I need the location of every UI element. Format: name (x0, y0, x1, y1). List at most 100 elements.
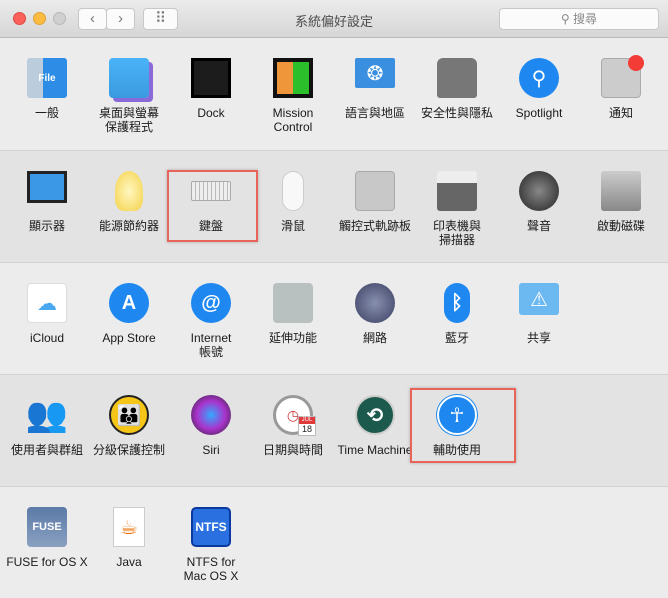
pref-pane-parental-controls[interactable]: 👪 分級保護控制 (88, 375, 170, 475)
internet-accounts-icon: @ (191, 283, 231, 323)
pref-pane-security-house[interactable]: 安全性與隱私 (416, 38, 498, 138)
mission-control-icon (273, 58, 313, 98)
app-store-icon: A (109, 283, 149, 323)
hard-disk-icon (601, 171, 641, 211)
search-placeholder: 搜尋 (573, 12, 598, 26)
pane-label: iCloud (29, 331, 65, 345)
pane-label: 觸控式軌跡板 (338, 219, 411, 233)
calendar-day: 18 (301, 424, 312, 434)
ntfs-icon: NTFS (191, 507, 231, 547)
pref-pane-java[interactable]: ☕ Java (88, 487, 170, 587)
calendar-badge: JUL 18 (298, 416, 316, 436)
pref-pane-users[interactable]: 👥 使用者與群組 (6, 375, 88, 475)
pref-pane-puzzle[interactable]: 延伸功能 (252, 263, 334, 363)
pane-label: 語言與地區 (344, 106, 405, 120)
icloud-icon: ☁ (27, 283, 67, 323)
pref-pane-fuse-drive[interactable]: FUSE FUSE for OS X (6, 487, 88, 587)
pref-pane-clock-calendar[interactable]: ◷ JUL 18 日期與時間 (252, 375, 334, 475)
pane-label: App Store (102, 331, 156, 345)
pane-label: 通知 (608, 106, 633, 120)
pane-label: Internet 帳號 (190, 331, 232, 359)
pane-label: 能源節約器 (98, 219, 159, 233)
bluetooth-icon: ᛒ (444, 283, 470, 323)
pref-pane-notifications[interactable]: 通知 (580, 38, 662, 138)
accessibility-highlight-box (410, 388, 516, 463)
pane-section: FUSE FUSE for OS X ☕ Java NTFS NTFS for Mac O… (0, 486, 668, 598)
trackpad-icon (355, 171, 395, 211)
general-icon: File (27, 58, 67, 98)
pane-label: 印表機與 掃描器 (432, 219, 481, 247)
pane-section: 👥 使用者與群組 👪 分級保護控制 Siri ◷ JUL 18 日期與時間 ⟲ Time Machi… (0, 374, 668, 486)
pane-section: 顯示器 能源節約器 鍵盤 滑鼠 觸控式軌跡板 印表機與 掃描器 聲音 啟動磁碟 (0, 150, 668, 262)
time-machine-icon: ⟲ (355, 395, 395, 435)
pane-label: 使用者與群組 (10, 443, 83, 457)
pref-pane-desktop[interactable]: 桌面與螢幕 保護程式 (88, 38, 170, 138)
calendar-month: JUL (299, 417, 315, 424)
pref-pane-lightbulb[interactable]: 能源節約器 (88, 151, 170, 251)
pane-section: ☁ iCloud A App Store @ Internet 帳號 延伸功能 網路 ᛒ 藍牙 ⚠ 共… (0, 262, 668, 374)
pref-pane-network-globe[interactable]: 網路 (334, 263, 416, 363)
pane-label: 分級保護控制 (92, 443, 165, 457)
fuse-drive-icon: FUSE (27, 507, 67, 547)
pane-label: Dock (197, 106, 225, 120)
pref-pane-mouse[interactable]: 滑鼠 (252, 151, 334, 251)
pane-label: Java (116, 555, 142, 569)
pane-label: NTFS for Mac OS X (183, 555, 239, 583)
pref-pane-bluetooth[interactable]: ᛒ 藍牙 (416, 263, 498, 363)
dock-icon (191, 58, 231, 98)
pane-label: 延伸功能 (268, 331, 317, 345)
java-icon: ☕ (113, 507, 145, 547)
pref-pane-spotlight[interactable]: ⚲ Spotlight (498, 38, 580, 138)
pane-label: Time Machine (337, 443, 413, 457)
puzzle-icon (273, 283, 313, 323)
pref-pane-siri[interactable]: Siri (170, 375, 252, 475)
display-icon (27, 171, 67, 203)
desktop-icon (109, 58, 149, 98)
notifications-icon (601, 55, 644, 98)
pref-pane-internet-accounts[interactable]: @ Internet 帳號 (170, 263, 252, 363)
network-globe-icon (355, 283, 395, 323)
siri-icon (191, 395, 231, 435)
clock-calendar-icon: ◷ JUL 18 (273, 395, 316, 436)
pref-pane-flag[interactable]: ❂ 語言與地區 (334, 38, 416, 138)
pref-pane-trackpad[interactable]: 觸控式軌跡板 (334, 151, 416, 251)
pane-label: 一般 (34, 106, 59, 120)
pane-label: 共享 (526, 331, 551, 345)
sharing-folder-icon: ⚠ (519, 283, 559, 315)
pane-label: 桌面與螢幕 保護程式 (98, 106, 159, 134)
pane-label: 啟動磁碟 (596, 219, 645, 233)
pref-pane-time-machine[interactable]: ⟲ Time Machine (334, 375, 416, 475)
pref-pane-display[interactable]: 顯示器 (6, 151, 88, 251)
spotlight-icon: ⚲ (519, 58, 559, 98)
pane-label: FUSE for OS X (6, 555, 88, 569)
pref-pane-sharing-folder[interactable]: ⚠ 共享 (498, 263, 580, 363)
search-field[interactable]: ⚲ 搜尋 (499, 8, 659, 30)
pane-label: 藍牙 (444, 331, 469, 345)
pane-label: Spotlight (515, 106, 563, 120)
keyboard-highlight-box (167, 170, 258, 242)
pref-pane-general[interactable]: File 一般 (6, 38, 88, 138)
pref-pane-speaker[interactable]: 聲音 (498, 151, 580, 251)
speaker-icon (519, 171, 559, 211)
pref-pane-ntfs[interactable]: NTFS NTFS for Mac OS X (170, 487, 252, 587)
pref-pane-app-store[interactable]: A App Store (88, 263, 170, 363)
pane-label: 滑鼠 (280, 219, 305, 233)
pane-label: 日期與時間 (262, 443, 323, 457)
search-icon: ⚲ (560, 12, 574, 26)
pane-label: Mission Control (272, 106, 314, 134)
printer-icon (437, 171, 477, 211)
pref-pane-icloud[interactable]: ☁ iCloud (6, 263, 88, 363)
flag-icon: ❂ (355, 58, 395, 88)
pane-section: File 一般 桌面與螢幕 保護程式 Dock Mission Control ❂ 語言與地… (0, 38, 668, 150)
users-icon: 👥 (25, 396, 69, 434)
mouse-icon (282, 171, 304, 211)
pref-pane-dock[interactable]: Dock (170, 38, 252, 138)
pane-label: 安全性與隱私 (420, 106, 493, 120)
pref-pane-printer[interactable]: 印表機與 掃描器 (416, 151, 498, 251)
badge-dot-icon (628, 55, 644, 71)
pref-pane-hard-disk[interactable]: 啟動磁碟 (580, 151, 662, 251)
parental-controls-icon: 👪 (109, 395, 149, 435)
security-house-icon (437, 58, 477, 98)
title-bar: ‹ › ⠿ 系統偏好設定 ⚲ 搜尋 (0, 0, 668, 38)
pref-pane-mission-control[interactable]: Mission Control (252, 38, 334, 138)
